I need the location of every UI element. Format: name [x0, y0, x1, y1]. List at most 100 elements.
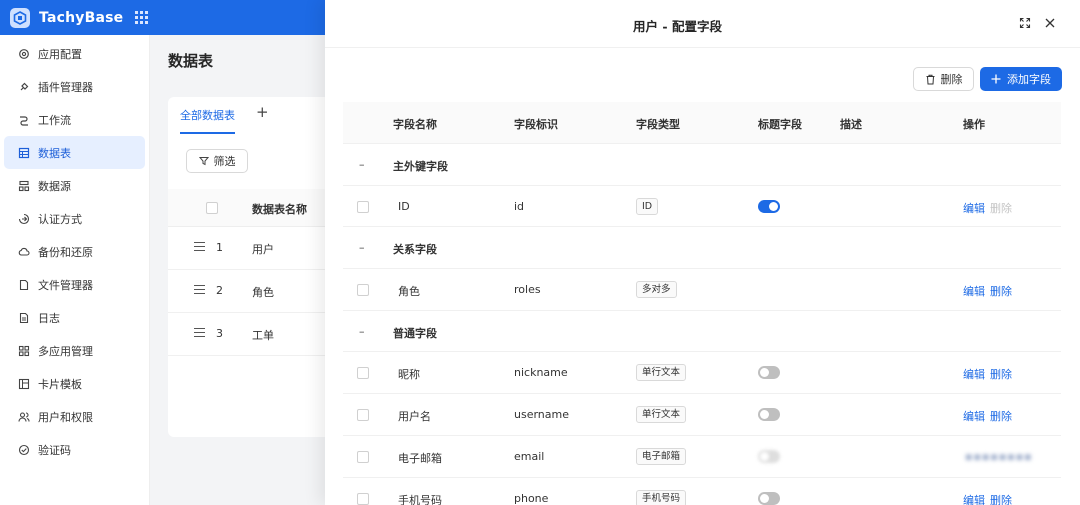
group-label: 普通字段 — [393, 326, 437, 340]
table-row: 角色 roles 多对多 编辑 删除 — [343, 269, 1061, 311]
login-icon — [18, 213, 30, 225]
sidebar-item-label: 文件管理器 — [38, 278, 93, 292]
field-key: phone — [514, 491, 549, 505]
field-type-tag: 单行文本 — [636, 406, 687, 424]
title-field-switch[interactable] — [758, 449, 780, 463]
sidebar-item-workflow[interactable]: 工作流 — [4, 103, 145, 136]
filter-button[interactable]: 筛选 — [186, 149, 248, 173]
edit-link[interactable]: 编辑 — [963, 283, 985, 299]
delete-link[interactable]: 删除 — [990, 492, 1012, 505]
group-row-primary[interactable]: – 主外键字段 — [343, 144, 1061, 186]
row-number: 2 — [216, 284, 223, 297]
delete-link: 删除 — [990, 201, 1012, 215]
apps-grid-icon[interactable] — [135, 10, 149, 25]
delete-link[interactable]: 删除 — [990, 283, 1012, 299]
close-button[interactable] — [1042, 15, 1058, 31]
title-field-switch[interactable] — [758, 199, 780, 213]
drawer-header: 用户 - 配置字段 — [325, 0, 1080, 48]
expand-icon — [1019, 17, 1031, 29]
sidebar-item-plugin-manager[interactable]: 插件管理器 — [4, 70, 145, 103]
sidebar-item-file-manager[interactable]: 文件管理器 — [4, 268, 145, 301]
edit-link[interactable]: 编辑 — [963, 408, 985, 424]
plug-icon — [18, 81, 30, 93]
collapse-group-icon[interactable]: – — [359, 325, 365, 338]
row-checkbox[interactable] — [357, 200, 369, 213]
table-row: 用户名 username 单行文本 编辑 删除 — [343, 394, 1061, 436]
drag-handle-icon[interactable] — [194, 285, 205, 294]
group-label: 主外键字段 — [393, 160, 448, 173]
sidebar-item-label: 用户和权限 — [38, 410, 93, 424]
field-key: email — [514, 449, 545, 463]
field-type-tag: ID — [636, 197, 659, 215]
field-type-tag: 单行文本 — [636, 364, 687, 382]
group-row-normal[interactable]: – 普通字段 — [343, 311, 1061, 353]
add-field-label: 添加字段 — [1007, 73, 1051, 86]
add-field-button[interactable]: 添加字段 — [980, 67, 1062, 91]
sidebar-item-data-source[interactable]: 数据源 — [4, 169, 145, 202]
add-tab-button[interactable]: + — [256, 103, 269, 121]
collapse-group-icon[interactable]: – — [359, 241, 365, 254]
sidebar-item-label: 日志 — [38, 311, 60, 325]
sidebar-item-multi-app[interactable]: 多应用管理 — [4, 334, 145, 367]
configure-fields-drawer: 用户 - 配置字段 删除 添加字段 字段名称 字段标识 字段类型 标题字段 描述… — [325, 0, 1080, 505]
edit-link[interactable]: 编辑 — [963, 200, 985, 216]
field-name: 角色 — [398, 285, 420, 299]
title-field-switch[interactable] — [758, 491, 780, 505]
column-actions: 操作 — [963, 118, 985, 131]
cloud-icon — [18, 246, 30, 258]
drag-handle-icon[interactable] — [194, 242, 205, 251]
edit-link[interactable]: 编辑 — [963, 366, 985, 382]
select-all-checkbox[interactable] — [206, 202, 218, 214]
collapse-group-icon[interactable]: – — [359, 158, 365, 171]
delete-link[interactable]: 删除 — [990, 408, 1012, 424]
filter-label: 筛选 — [213, 155, 236, 168]
sidebar-item-captcha[interactable]: 验证码 — [4, 433, 145, 466]
tab-all-collections[interactable]: 全部数据表 — [180, 107, 235, 134]
sidebar-item-users-permissions[interactable]: 用户和权限 — [4, 400, 145, 433]
row-checkbox[interactable] — [357, 450, 369, 463]
row-checkbox[interactable] — [357, 284, 369, 297]
field-name: 昵称 — [398, 368, 420, 382]
workflow-icon — [18, 114, 30, 126]
field-key: username — [514, 408, 569, 422]
fullscreen-button[interactable] — [1017, 15, 1033, 31]
sidebar-item-auth[interactable]: 认证方式 — [4, 202, 145, 235]
row-number: 3 — [216, 327, 223, 340]
edit-link[interactable]: 编辑 — [963, 492, 985, 505]
row-checkbox[interactable] — [357, 409, 369, 422]
column-field-name: 字段名称 — [393, 118, 437, 131]
title-field-switch[interactable] — [758, 408, 780, 422]
group-label: 关系字段 — [393, 243, 437, 257]
row-checkbox[interactable] — [357, 492, 369, 505]
sidebar-item-card-templates[interactable]: 卡片模板 — [4, 367, 145, 400]
plus-icon — [991, 74, 1001, 84]
bulk-delete-label: 删除 — [940, 73, 963, 86]
title-field-switch[interactable] — [758, 366, 780, 380]
log-icon — [18, 312, 30, 324]
card-icon — [18, 378, 30, 390]
page-title: 数据表 — [168, 52, 214, 70]
column-field-key: 字段标识 — [514, 118, 558, 131]
sidebar-item-backup[interactable]: 备份和还原 — [4, 235, 145, 268]
brand-name: TachyBase — [39, 9, 124, 26]
field-type-tag: 多对多 — [636, 281, 677, 299]
field-type-tag: 手机号码 — [636, 489, 687, 505]
drawer-title: 用户 - 配置字段 — [633, 19, 722, 34]
drag-handle-icon[interactable] — [194, 328, 205, 337]
field-name: 电子邮箱 — [398, 451, 442, 465]
sidebar-item-collections[interactable]: 数据表 — [4, 136, 145, 169]
database-icon — [18, 180, 30, 192]
delete-link[interactable]: 删除 — [990, 366, 1012, 382]
field-name: 用户名 — [398, 410, 431, 424]
bulk-delete-button[interactable]: 删除 — [913, 67, 974, 91]
tachybase-logo-icon[interactable] — [10, 7, 30, 28]
group-row-relation[interactable]: – 关系字段 — [343, 227, 1061, 270]
table-row: 手机号码 phone 手机号码 编辑 删除 — [343, 478, 1061, 505]
table-row: 昵称 nickname 单行文本 编辑 删除 — [343, 352, 1061, 395]
apps-grid-icon — [18, 345, 30, 357]
sidebar-item-app-config[interactable]: 应用配置 — [4, 37, 145, 70]
row-checkbox[interactable] — [357, 367, 369, 380]
sidebar-item-logs[interactable]: 日志 — [4, 301, 145, 334]
file-icon — [18, 279, 30, 291]
collection-name: 工单 — [252, 329, 274, 342]
